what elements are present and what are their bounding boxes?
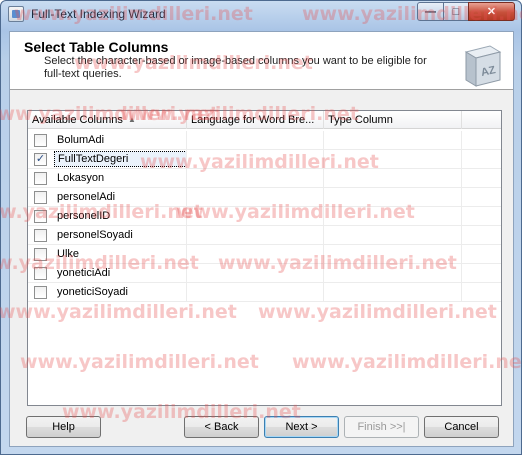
cell-divider — [186, 207, 187, 226]
table-row[interactable]: personelSoyadi — [28, 226, 501, 245]
cancel-button[interactable]: Cancel — [424, 416, 499, 438]
cell-divider — [461, 264, 462, 283]
wizard-header: Select Table Columns Select the characte… — [10, 32, 513, 90]
cell-divider — [461, 188, 462, 207]
finish-button: Finish >>| — [344, 416, 419, 438]
cell-divider — [186, 264, 187, 283]
cell-divider — [323, 169, 324, 188]
table-row[interactable]: Lokasyon — [28, 169, 501, 188]
cell-divider — [186, 226, 187, 245]
maximize-button[interactable]: □ — [443, 2, 469, 21]
cell-divider — [461, 131, 462, 150]
cell-divider — [461, 169, 462, 188]
column-checkbox[interactable] — [34, 229, 47, 242]
cell-divider — [461, 207, 462, 226]
wizard-window: Full-Text Indexing Wizard — □ ✕ Select T… — [0, 0, 522, 455]
page-title: Select Table Columns — [24, 39, 169, 55]
cell-divider — [186, 283, 187, 302]
column-name: FullTextDegeri — [54, 151, 187, 167]
column-checkbox[interactable] — [34, 191, 47, 204]
column-checkbox[interactable] — [34, 267, 47, 280]
column-header-available-label: Available Columns — [32, 114, 123, 126]
close-button[interactable]: ✕ — [468, 2, 515, 21]
app-icon — [8, 6, 24, 22]
column-name: personelSoyadi — [57, 229, 133, 241]
cell-divider — [323, 226, 324, 245]
book-az-icon: AZ — [464, 45, 502, 87]
column-name: Ulke — [57, 248, 80, 260]
back-button[interactable]: < Back — [184, 416, 259, 438]
column-header-language[interactable]: Language for Word Bre... — [187, 111, 324, 129]
column-checkbox[interactable] — [34, 248, 47, 261]
cell-divider — [323, 207, 324, 226]
cell-divider — [323, 283, 324, 302]
column-checkbox[interactable] — [34, 286, 47, 299]
table-row[interactable]: personelID — [28, 207, 501, 226]
wizard-body: Select Table Columns Select the characte… — [9, 31, 514, 447]
table-row[interactable]: personelAdi — [28, 188, 501, 207]
table-row[interactable]: BolumAdi — [28, 131, 501, 150]
cell-divider — [461, 226, 462, 245]
column-name: personelAdi — [57, 191, 116, 203]
column-name: Lokasyon — [57, 172, 105, 184]
cell-divider — [323, 150, 324, 169]
cell-divider — [323, 188, 324, 207]
next-button[interactable]: Next > — [264, 416, 339, 438]
title-bar[interactable]: Full-Text Indexing Wizard — □ ✕ — [1, 1, 521, 27]
cell-divider — [323, 131, 324, 150]
cell-divider — [323, 245, 324, 264]
column-name: yoneticiSoyadi — [57, 286, 128, 298]
help-button[interactable]: Help — [26, 416, 101, 438]
column-name: personelID — [57, 210, 111, 222]
sort-ascending-icon: ▲ — [128, 115, 136, 124]
column-checkbox[interactable] — [34, 210, 47, 223]
table-row[interactable]: yoneticiSoyadi — [28, 283, 501, 302]
cell-divider — [186, 245, 187, 264]
columns-grid[interactable]: Available Columns ▲ Language for Word Br… — [27, 110, 502, 406]
cell-divider — [186, 150, 187, 169]
minimize-button[interactable]: — — [417, 2, 444, 21]
cell-divider — [186, 169, 187, 188]
column-name: BolumAdi — [57, 134, 105, 146]
cell-divider — [323, 264, 324, 283]
column-checkbox[interactable] — [34, 134, 47, 147]
cell-divider — [461, 283, 462, 302]
column-checkbox[interactable] — [34, 172, 47, 185]
column-checkbox[interactable]: ✓ — [34, 153, 47, 166]
table-row[interactable]: ✓ FullTextDegeri — [28, 150, 501, 169]
column-header-type[interactable]: Type Column — [324, 111, 462, 129]
column-header-available[interactable]: Available Columns ▲ — [28, 111, 187, 129]
cell-divider — [186, 131, 187, 150]
table-row[interactable]: Ulke — [28, 245, 501, 264]
grid-rows: BolumAdi ✓ FullTextDegeri Lokasyon personelA… — [28, 131, 501, 302]
cell-divider — [461, 150, 462, 169]
page-description: Select the character-based or image-base… — [44, 55, 427, 80]
column-name: yoneticiAdi — [57, 267, 111, 279]
table-row[interactable]: yoneticiAdi — [28, 264, 501, 283]
window-title: Full-Text Indexing Wizard — [31, 7, 166, 21]
cell-divider — [461, 245, 462, 264]
cell-divider — [186, 188, 187, 207]
grid-header: Available Columns ▲ Language for Word Br… — [28, 111, 501, 129]
